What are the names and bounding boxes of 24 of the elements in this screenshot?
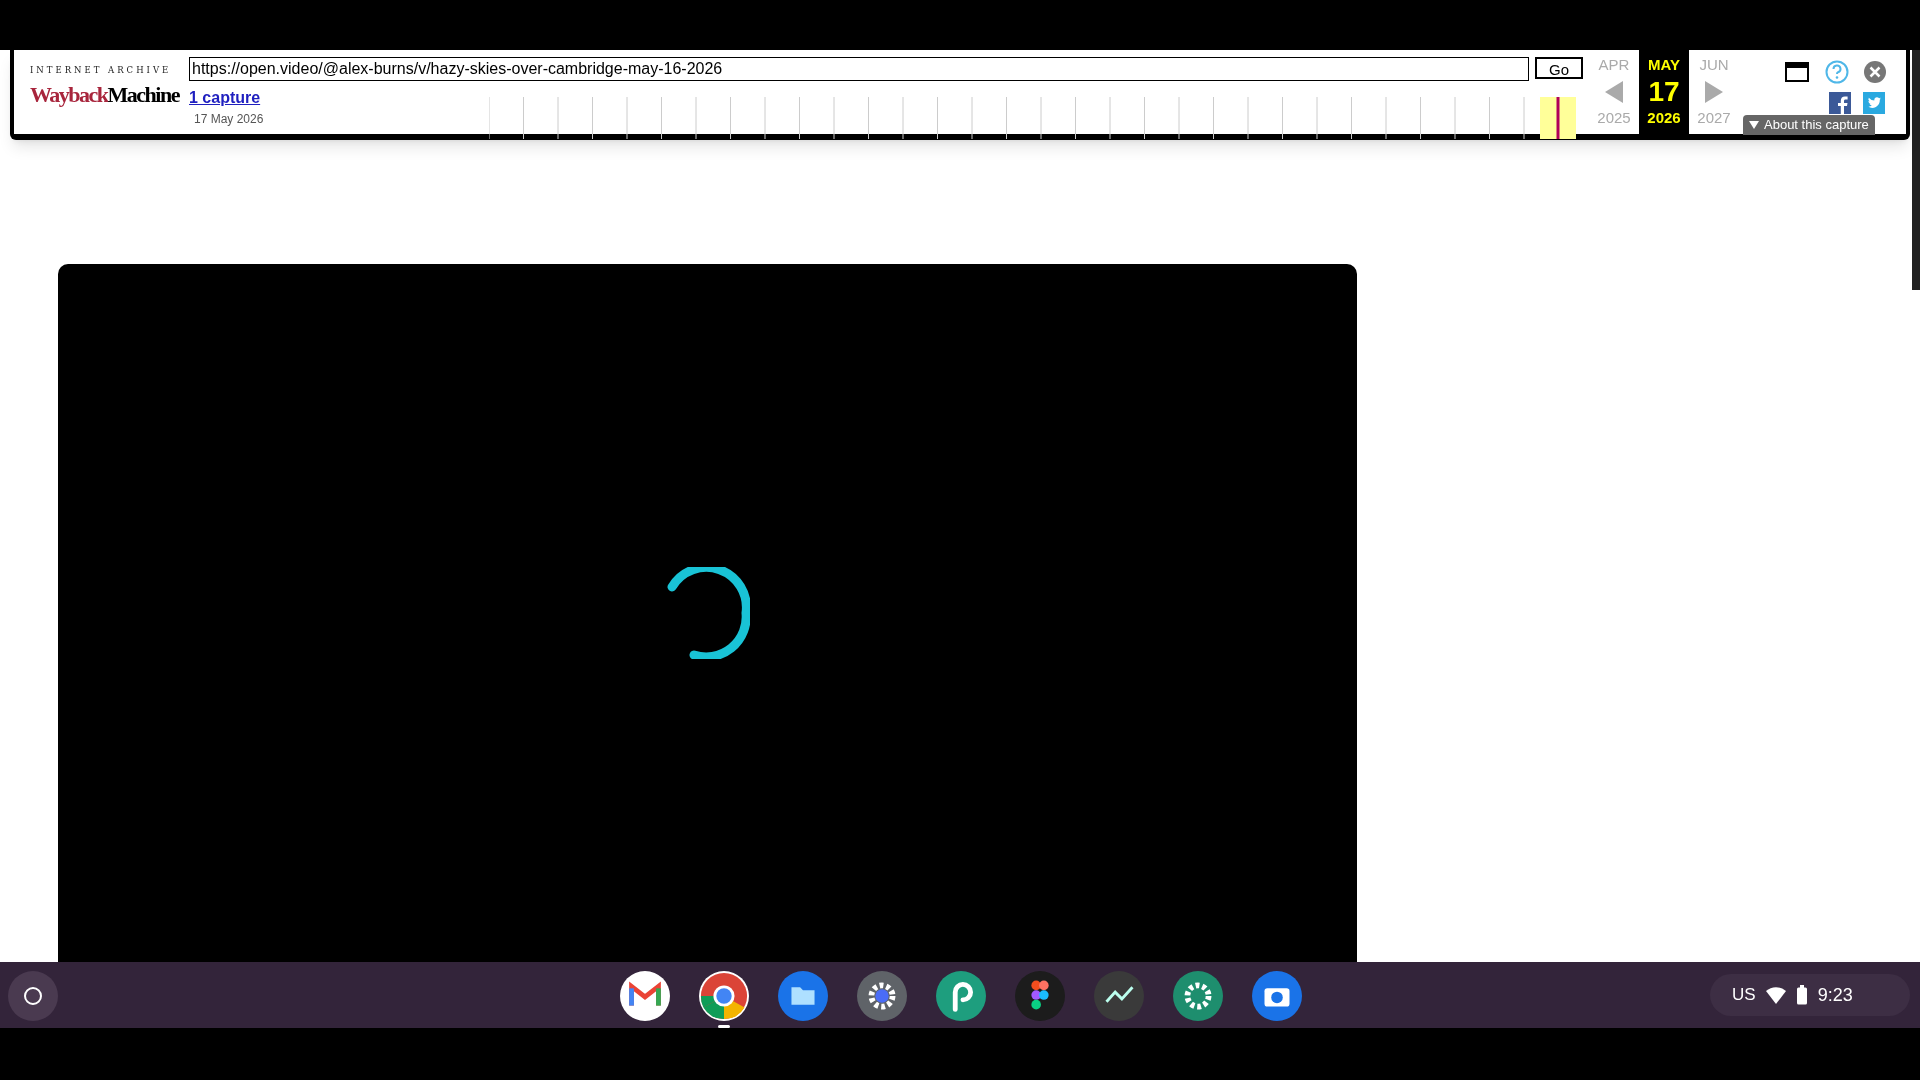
wifi-icon [1765,986,1786,1004]
brand-caption: INTERNET ARCHIVE [30,64,173,77]
url-field[interactable]: https://open.video/@alex-burns/v/hazy-skies-over-cambridge-may-16-2026 [189,57,1529,81]
captures-link[interactable]: 1 capture [189,86,261,110]
keyboard-layout: US [1732,984,1756,1007]
caret-icon [1749,121,1759,129]
twitter-icon[interactable] [1863,92,1885,114]
status-tray[interactable]: US 9:23 [1710,974,1910,1016]
window-icon[interactable] [1785,62,1809,82]
close-icon[interactable] [1863,60,1887,84]
about-capture-button[interactable]: About this capture [1743,115,1875,135]
loading-spinner-icon [665,567,750,659]
clock: 9:23 [1817,983,1853,1007]
day-label: 17 [1648,76,1680,107]
go-button[interactable]: Go [1535,57,1583,79]
year-label[interactable]: 2026 [1647,106,1681,129]
scrollbar[interactable] [1912,50,1920,290]
battery-icon [1795,985,1808,1005]
browser-icon[interactable] [699,971,749,1029]
capture-date: 17 May 2026 [194,111,265,128]
launcher-button[interactable] [8,971,58,1021]
month-label[interactable]: MAY [1648,54,1680,77]
wayback-logo[interactable]: WaybackMachine [30,80,179,109]
facebook-icon[interactable] [1829,92,1851,114]
